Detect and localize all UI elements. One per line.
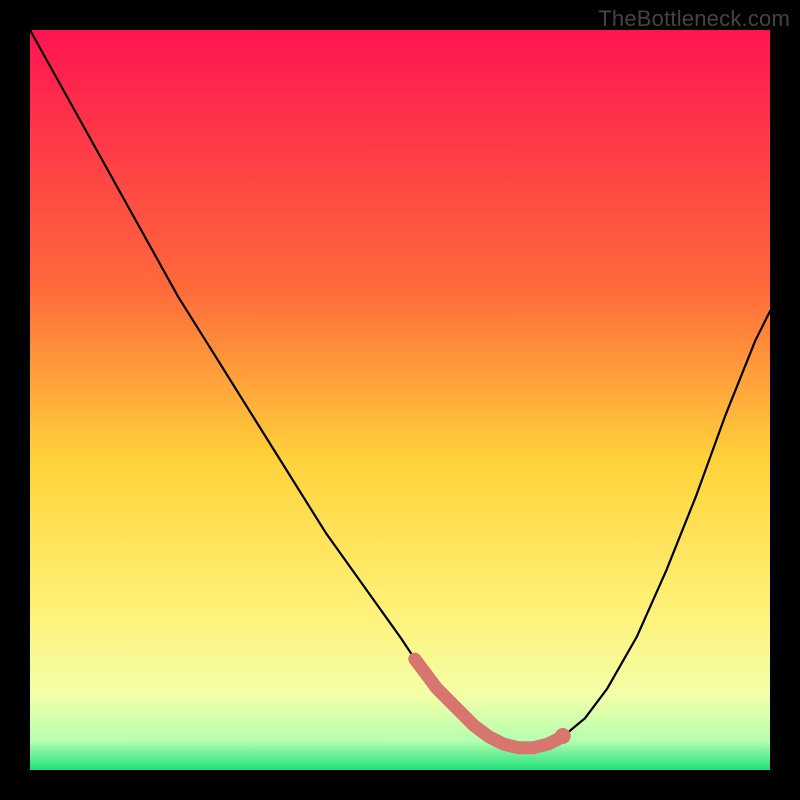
chart-frame: TheBottleneck.com: [0, 0, 800, 800]
bottleneck-plot: [30, 30, 770, 770]
watermark-text: TheBottleneck.com: [598, 6, 790, 32]
plot-svg: [30, 30, 770, 770]
marker-dot: [555, 728, 571, 744]
gradient-background: [30, 30, 770, 770]
